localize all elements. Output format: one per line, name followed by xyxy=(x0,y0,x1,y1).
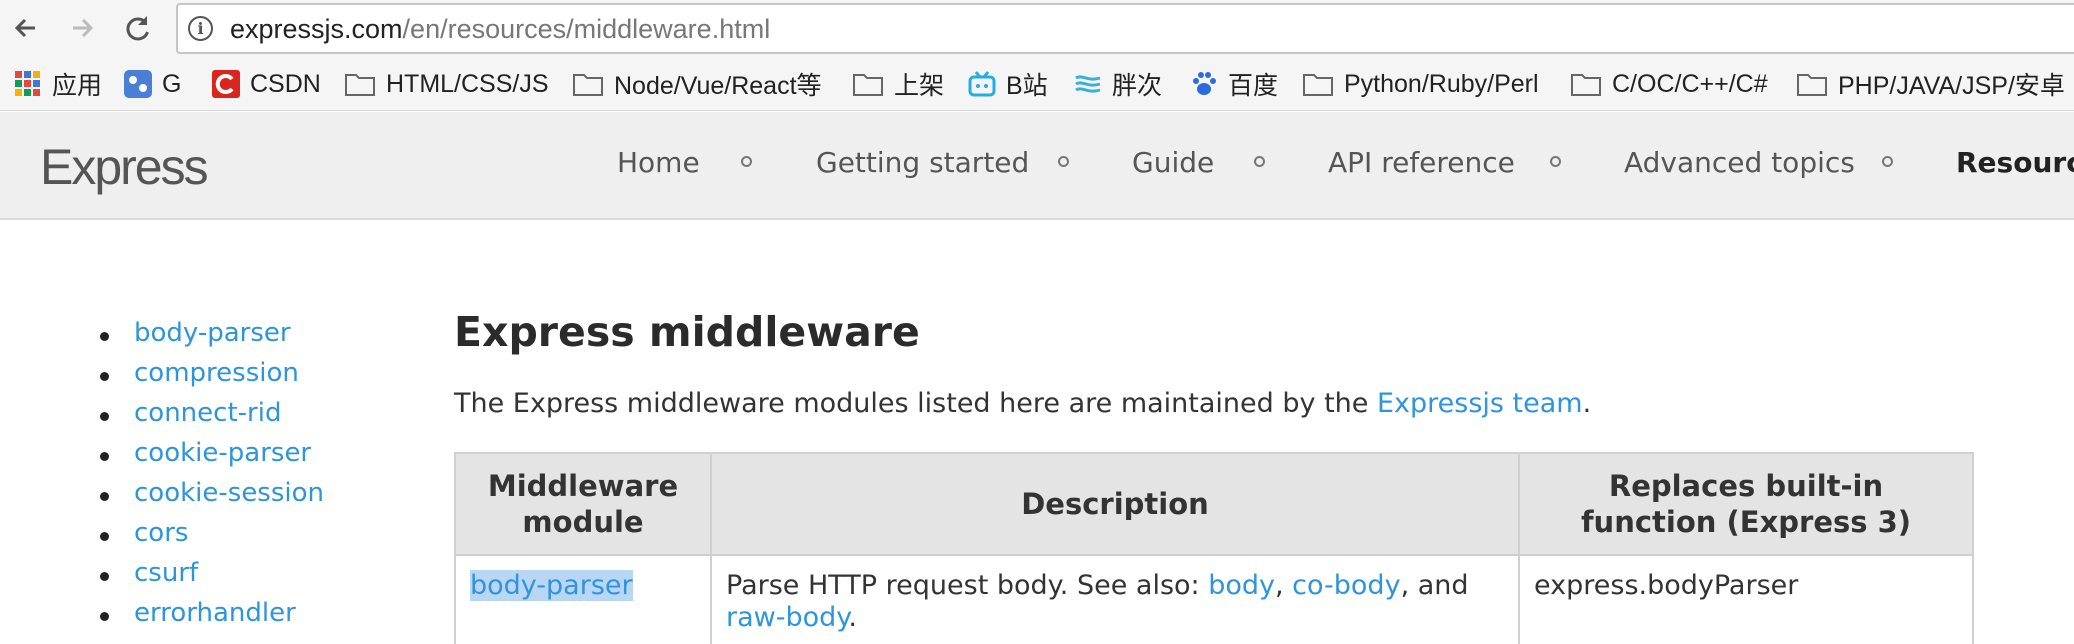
table-cell-description: Parse HTTP request body. See also: body,… xyxy=(712,556,1520,644)
bookmark-python-ruby-perl[interactable]: Python/Ruby/Perl xyxy=(1302,68,1539,100)
column-header: Description xyxy=(712,454,1520,554)
table-cell-replaces: express.bodyParser xyxy=(1534,570,1799,601)
nav-separator xyxy=(1058,156,1069,167)
bookmark-apps[interactable]: 应用 xyxy=(14,68,102,100)
nav-getting-started[interactable]: Getting started xyxy=(816,146,1029,179)
bookmark-node-vue-react[interactable]: Node/Vue/React等 xyxy=(572,68,822,100)
folder-icon xyxy=(853,74,883,96)
body-parser-link[interactable]: body-parser xyxy=(470,570,633,601)
middleware-table: Middleware module Description Replaces b… xyxy=(454,452,1974,644)
nav-separator xyxy=(741,156,752,167)
site-info-icon[interactable]: i xyxy=(188,16,213,41)
raw-body-link[interactable]: raw-body xyxy=(726,602,848,633)
folder-icon xyxy=(1797,74,1827,96)
bilibili-icon xyxy=(968,71,996,97)
bookmark-pangci[interactable]: 胖次 xyxy=(1074,68,1162,100)
wave-icon xyxy=(1075,75,1101,93)
bookmark-shangjia[interactable]: 上架 xyxy=(852,68,944,100)
url-text[interactable]: expressjs.com/en/resources/middleware.ht… xyxy=(230,14,770,45)
csdn-icon xyxy=(212,70,240,98)
nav-advanced-topics[interactable]: Advanced topics xyxy=(1624,146,1855,179)
g-blue-icon xyxy=(124,70,152,98)
nav-resources[interactable]: Resources xyxy=(1956,146,2074,179)
co-body-link[interactable]: co-body xyxy=(1292,570,1400,601)
table-header-row: Middleware module Description Replaces b… xyxy=(456,454,1972,556)
column-header: Middleware module xyxy=(456,454,712,554)
bookmark-c-oc-cpp-cs[interactable]: C/OC/C++/C# xyxy=(1570,68,1768,100)
arrow-left-icon xyxy=(14,18,35,38)
nav-guide[interactable]: Guide xyxy=(1132,146,1214,179)
bookmark-csdn[interactable]: CSDN xyxy=(212,68,321,100)
expressjs-team-link[interactable]: Expressjs team xyxy=(1377,388,1583,419)
body-link[interactable]: body xyxy=(1208,570,1275,601)
folder-icon xyxy=(1303,74,1333,96)
bookmarks-bar: 应用 G CSDN HTML/CSS/JS Node/Vue/React等 上架… xyxy=(0,56,2074,111)
nav-home[interactable]: Home xyxy=(617,146,700,179)
folder-icon xyxy=(345,74,375,96)
bookmark-bilibili[interactable]: B站 xyxy=(968,68,1048,100)
forward-button[interactable] xyxy=(64,10,100,46)
arrow-right-icon xyxy=(73,18,94,38)
apps-grid-icon xyxy=(15,71,40,96)
address-bar[interactable]: i expressjs.com/en/resources/middleware.… xyxy=(176,3,2074,54)
bookmark-g[interactable]: G xyxy=(124,68,181,100)
nav-separator xyxy=(1254,156,1265,167)
reload-button[interactable] xyxy=(120,10,156,46)
table-cell-module: body-parser xyxy=(456,556,712,644)
intro-text: The Express middleware modules listed he… xyxy=(454,388,1592,419)
folder-icon xyxy=(1571,74,1601,96)
express-logo[interactable]: Express xyxy=(40,138,209,196)
bookmark-baidu[interactable]: 百度 xyxy=(1190,68,1278,100)
column-header: Replaces built-in function (Express 3) xyxy=(1580,469,1912,539)
reload-icon xyxy=(126,16,149,41)
back-button[interactable] xyxy=(8,10,44,46)
bookmark-html-css-js[interactable]: HTML/CSS/JS xyxy=(344,68,549,100)
folder-icon xyxy=(573,74,603,96)
baidu-paw-icon xyxy=(1193,72,1216,95)
bookmark-php-java-jsp[interactable]: PHP/JAVA/JSP/安卓 xyxy=(1796,68,2065,100)
nav-separator xyxy=(1550,156,1561,167)
nav-separator xyxy=(1882,156,1893,167)
page-title: Express middleware xyxy=(454,308,920,356)
browser-toolbar: i expressjs.com/en/resources/middleware.… xyxy=(0,0,2074,56)
nav-api-reference[interactable]: API reference xyxy=(1328,146,1515,179)
